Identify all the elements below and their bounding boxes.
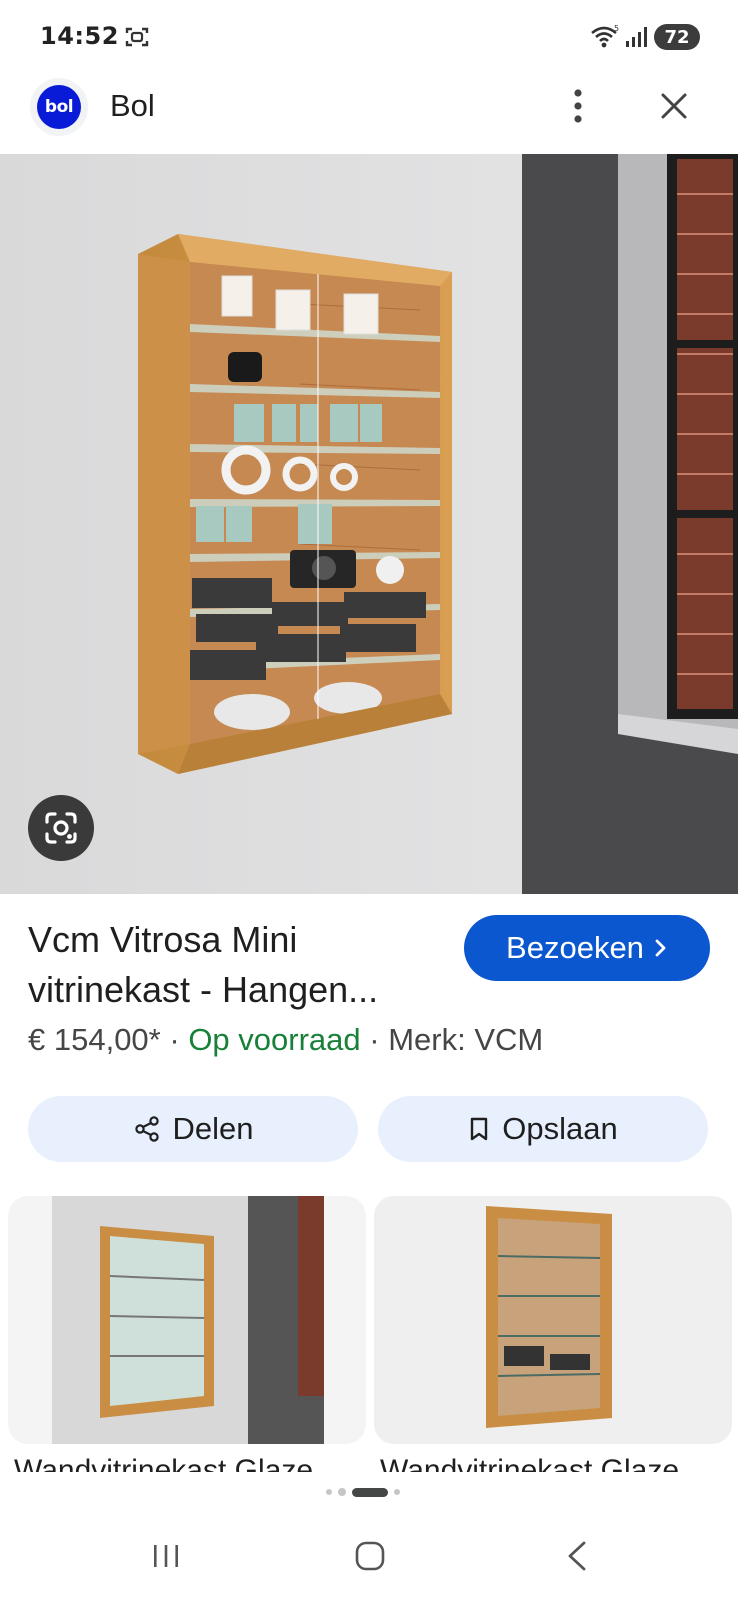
related-image-card[interactable] [8, 1196, 366, 1444]
screenshot-icon [125, 27, 149, 47]
price: € 154,00* [28, 1022, 161, 1057]
related-image [52, 1196, 324, 1444]
price-row: € 154,00* · Op voorraad · Merk: VCM [28, 1022, 543, 1058]
separator: · [369, 1022, 380, 1057]
close-icon[interactable] [658, 90, 690, 122]
battery-indicator: 72 [654, 24, 700, 50]
bol-logo: bol [37, 85, 81, 129]
bookmark-icon [471, 1117, 488, 1141]
page-dot [338, 1488, 346, 1496]
wifi-icon: 5 [591, 24, 619, 48]
related-title[interactable]: Wandvitrinekast Glaze [380, 1454, 728, 1472]
page-dot [394, 1489, 400, 1495]
home-icon[interactable] [354, 1540, 386, 1572]
share-button-label: Delen [172, 1111, 254, 1146]
brand: Merk: VCM [388, 1022, 544, 1057]
back-icon[interactable] [564, 1540, 590, 1572]
site-name[interactable]: Bol [110, 88, 155, 124]
product-image[interactable] [0, 154, 738, 894]
chevron-right-icon [655, 939, 666, 957]
related-image [374, 1196, 732, 1444]
product-title[interactable]: Vcm Vitrosa Mini vitrinekast - Hangen... [28, 915, 438, 1015]
more-vert-icon[interactable] [570, 88, 586, 124]
status-time: 14:52 [40, 22, 119, 50]
stock-status: Op voorraad [188, 1022, 361, 1057]
visit-button[interactable]: Bezoeken [464, 915, 710, 981]
page-dot [326, 1489, 332, 1495]
google-lens-button[interactable] [28, 795, 94, 861]
carousel-pagination [326, 1486, 400, 1498]
related-image-card[interactable] [374, 1196, 732, 1444]
display-cabinet-illustration [0, 154, 738, 894]
save-button[interactable]: Opslaan [378, 1096, 708, 1162]
visit-button-label: Bezoeken [506, 930, 644, 965]
recent-apps-icon[interactable] [150, 1542, 182, 1570]
svg-text:5: 5 [614, 24, 619, 33]
related-title[interactable]: Wandvitrinekast Glaze [14, 1454, 362, 1472]
separator: · [169, 1022, 180, 1057]
signal-icon [626, 27, 647, 47]
site-logo[interactable]: bol [30, 78, 88, 136]
share-icon [134, 1116, 159, 1142]
google-lens-icon [45, 812, 77, 844]
page-dot-active [352, 1487, 388, 1497]
save-button-label: Opslaan [502, 1111, 618, 1146]
share-button[interactable]: Delen [28, 1096, 358, 1162]
